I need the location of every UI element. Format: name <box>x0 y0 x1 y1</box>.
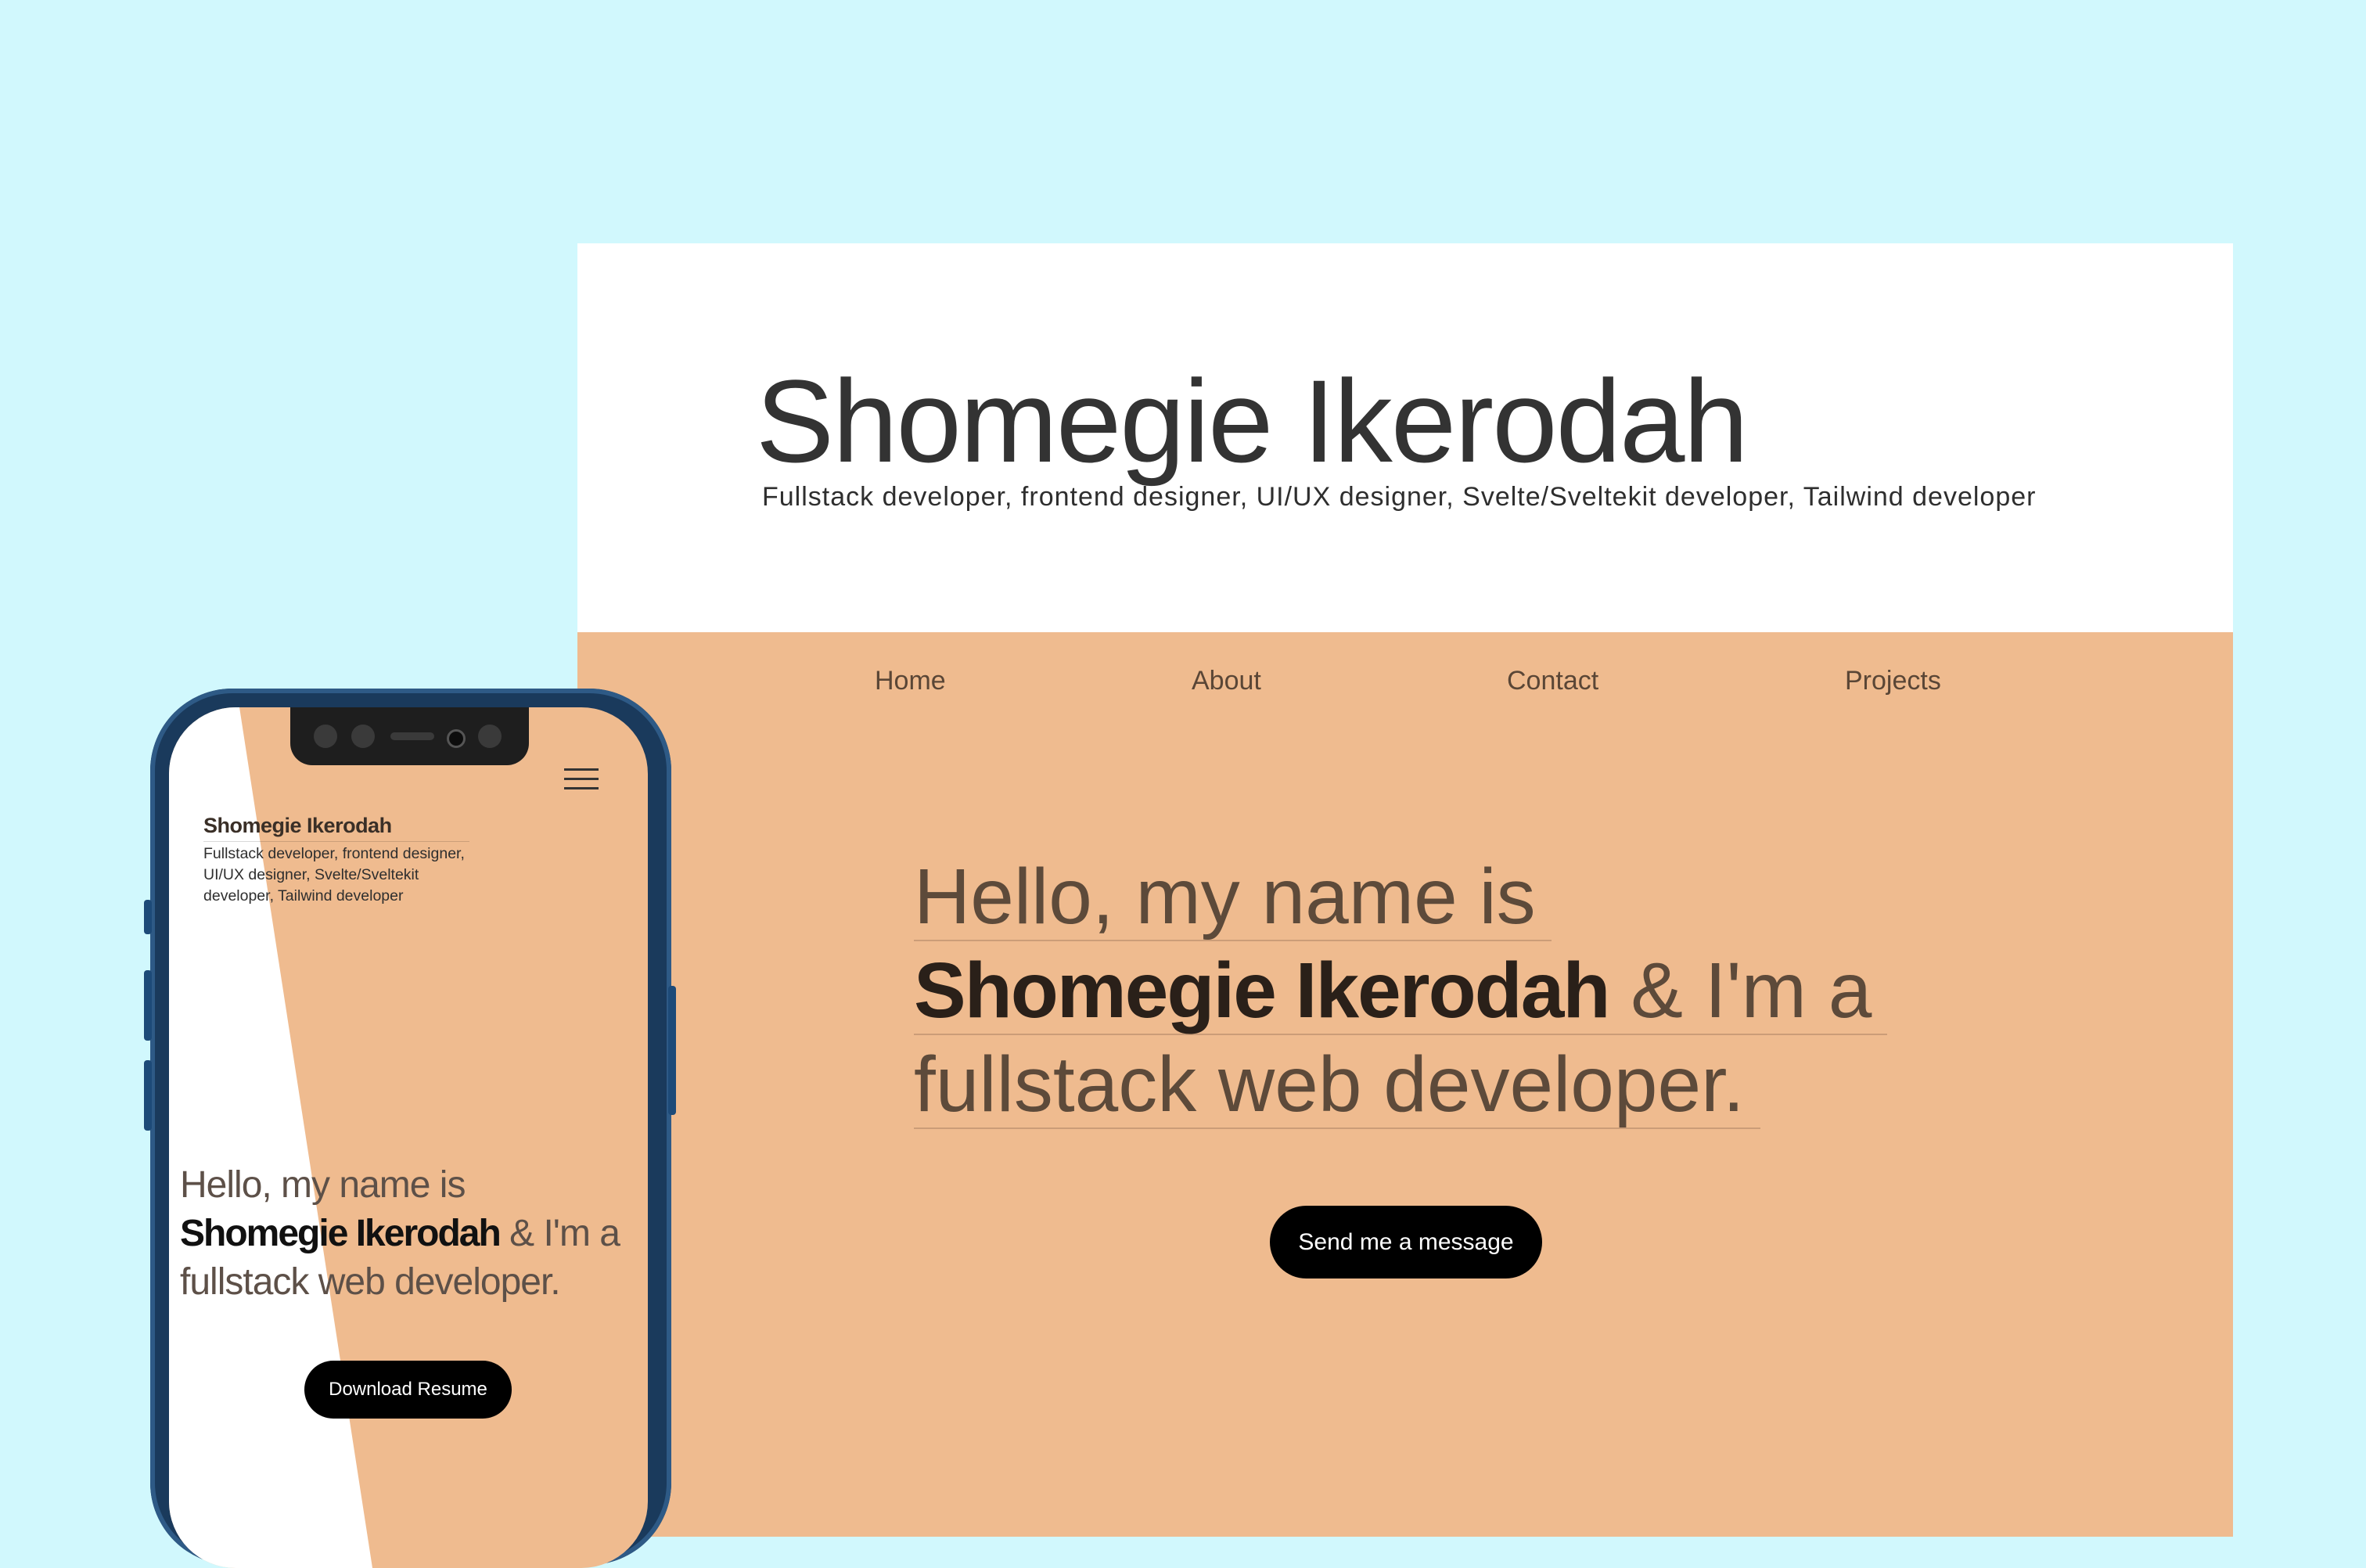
desktop-nav: Home About Contact Projects <box>577 666 2233 705</box>
phone-screen: Shomegie Ikerodah Fullstack developer, f… <box>169 707 648 1568</box>
phone-volume-down-button <box>144 1060 152 1131</box>
hero-line-2: Shomegie Ikerodah & I'm a <box>914 947 1888 1035</box>
send-message-button[interactable]: Send me a message <box>1270 1206 1542 1278</box>
camera-lens-icon <box>447 729 466 748</box>
mobile-hero: Hello, my name is Shomegie Ikerodah & I'… <box>180 1161 648 1307</box>
phone-power-button <box>668 986 676 1115</box>
nav-contact[interactable]: Contact <box>1507 666 1598 696</box>
hamburger-menu-icon[interactable] <box>564 768 599 795</box>
mobile-site-subtitle: Fullstack developer, frontend designer, … <box>203 845 465 904</box>
hero-line-2-rest: & I'm a <box>1609 947 1872 1034</box>
desktop-mockup: Shomegie Ikerodah Fullstack developer, f… <box>577 243 2233 1537</box>
speaker-icon <box>390 732 434 740</box>
sensor-dot-icon <box>314 725 337 748</box>
desktop-hero: Hello, my name is Shomegie Ikerodah & I'… <box>914 854 2009 1135</box>
phone-volume-up-button <box>144 970 152 1041</box>
mobile-hero-name: Shomegie Ikerodah <box>180 1213 502 1254</box>
hero-name: Shomegie Ikerodah <box>914 947 1610 1034</box>
desktop-site-title: Shomegie Ikerodah <box>756 355 1749 487</box>
mobile-hero-line-2-rest: & I'm a <box>499 1213 620 1254</box>
phone-notch <box>290 707 529 765</box>
mobile-hero-line-1: Hello, my name is <box>180 1164 466 1206</box>
nav-home[interactable]: Home <box>875 666 946 696</box>
sensor-dot-icon <box>351 725 375 748</box>
mobile-site-title: Shomegie Ikerodah <box>203 814 469 842</box>
nav-about[interactable]: About <box>1192 666 1261 696</box>
hero-line-3: fullstack web developer. <box>914 1041 1760 1129</box>
desktop-site-subtitle: Fullstack developer, frontend designer, … <box>762 482 2037 512</box>
desktop-header: Shomegie Ikerodah Fullstack developer, f… <box>577 243 2233 632</box>
nav-projects[interactable]: Projects <box>1845 666 1941 696</box>
download-resume-button[interactable]: Download Resume <box>304 1361 512 1419</box>
mobile-hero-line-3: fullstack web developer. <box>180 1261 561 1303</box>
phone-mockup: Shomegie Ikerodah Fullstack developer, f… <box>144 689 676 1568</box>
hero-line-1: Hello, my name is <box>914 854 1552 941</box>
sensor-dot-icon <box>478 725 502 748</box>
phone-silent-switch <box>144 900 152 934</box>
mobile-hero-line-2: Shomegie Ikerodah & I'm a <box>180 1210 648 1258</box>
